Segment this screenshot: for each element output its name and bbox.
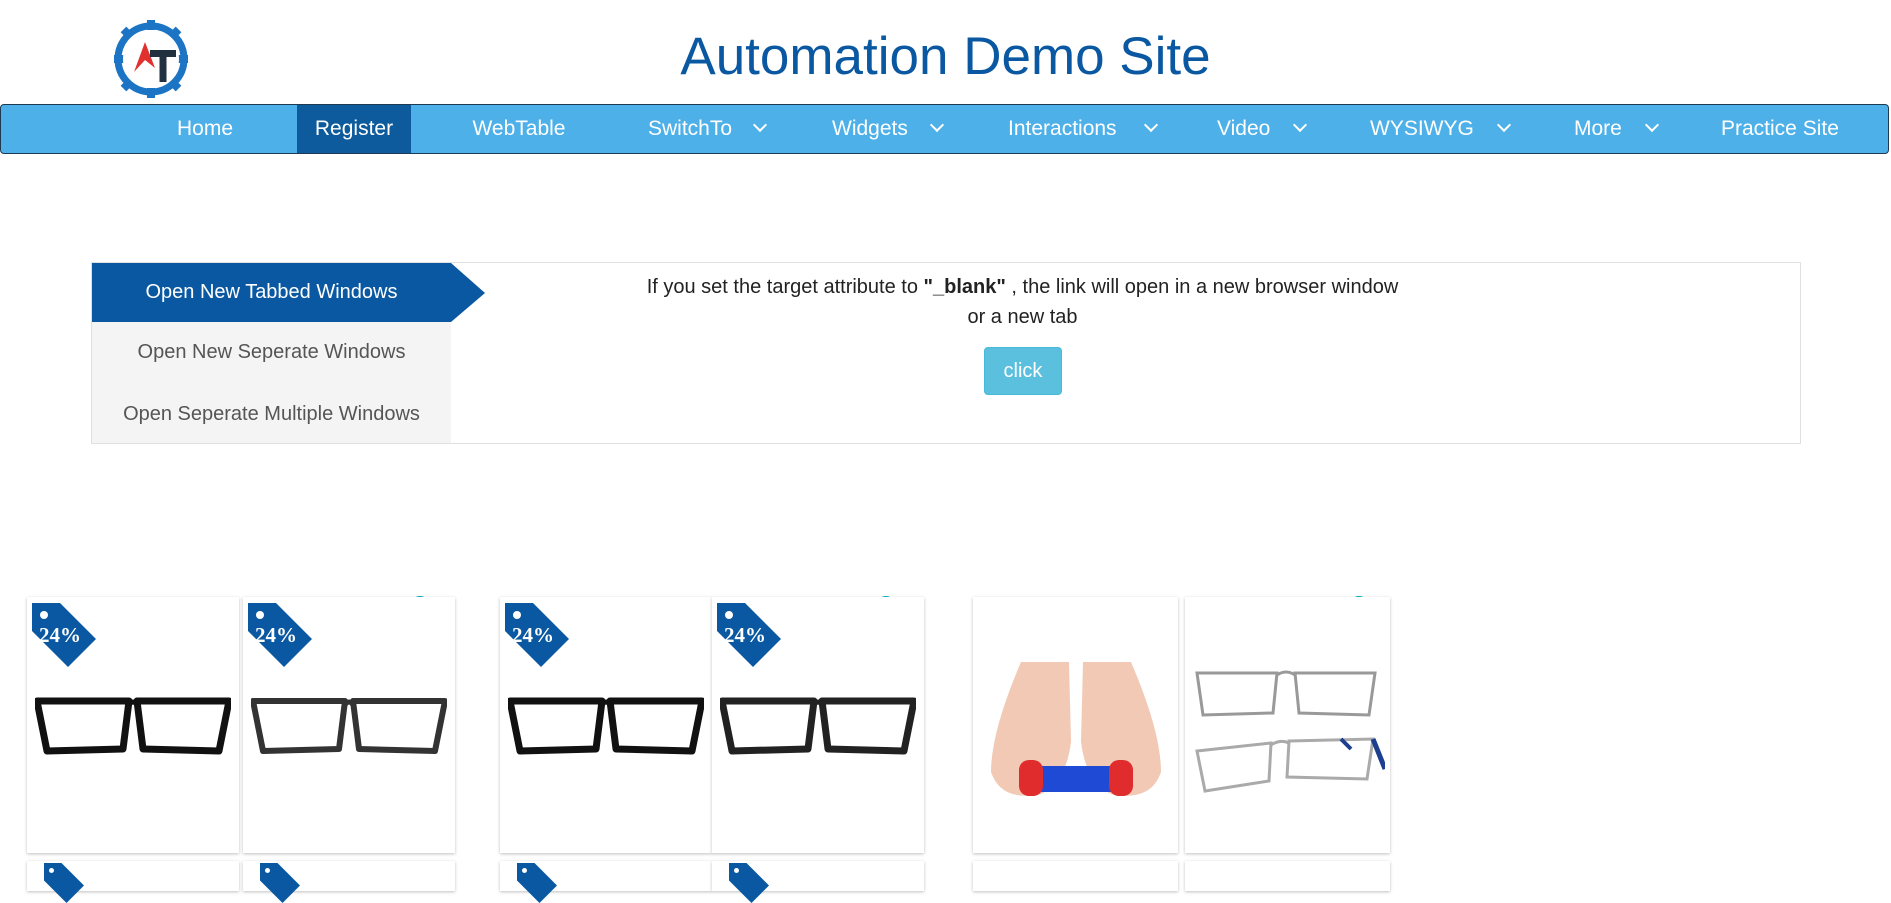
description-text: , the link will open in a new browser wi… <box>1005 276 1399 298</box>
chevron-down-icon <box>752 117 768 133</box>
discount-badge: 24% <box>39 623 81 647</box>
description-text: or a new tab <box>967 306 1078 328</box>
nav-item-practice-site[interactable]: Practice Site <box>1721 105 1846 153</box>
main-navbar: Home Register WebTable SwitchTo Widgets … <box>0 104 1889 154</box>
nav-item-label: Widgets <box>832 117 908 140</box>
discount-badge: 24% <box>255 623 297 647</box>
eyeglasses-image <box>35 697 231 755</box>
nav-item-widgets[interactable]: Widgets <box>832 105 952 153</box>
ad-product-card[interactable]: 24% <box>243 597 455 853</box>
ad-product-card[interactable] <box>243 861 455 903</box>
description-text: If you set the target attribute to <box>646 276 924 298</box>
nav-item-switchto[interactable]: SwitchTo <box>648 105 778 153</box>
eyeglasses-image <box>720 697 916 755</box>
chevron-down-icon <box>1496 117 1512 133</box>
ad-product-card[interactable] <box>1185 597 1390 853</box>
ad-product-card[interactable]: 24% <box>27 597 239 853</box>
nav-item-webtable[interactable]: WebTable <box>467 105 571 153</box>
ad-product-card[interactable] <box>712 861 924 903</box>
chevron-down-icon <box>929 117 945 133</box>
discount-badge: 24% <box>724 623 766 647</box>
tab-label: Open Seperate Multiple Windows <box>123 403 420 425</box>
ad-product-card[interactable]: 24% <box>712 597 924 853</box>
description-target-value: "_blank" <box>923 276 1006 298</box>
discount-tag-icon <box>44 863 84 903</box>
nav-item-label: Interactions <box>1008 117 1117 140</box>
eyeglasses-image <box>508 697 704 755</box>
discount-tag-icon <box>729 863 769 903</box>
chevron-down-icon <box>1644 117 1660 133</box>
nav-item-label: WebTable <box>472 117 566 140</box>
nav-item-wysiwyg[interactable]: WYSIWYG <box>1370 105 1520 153</box>
tab-open-new-tabbed-windows[interactable]: Open New Tabbed Windows <box>92 263 485 322</box>
ad-product-card[interactable]: 24% <box>500 597 712 853</box>
nav-item-label: WYSIWYG <box>1370 117 1474 140</box>
chevron-down-icon <box>1292 117 1308 133</box>
discount-badge: 24% <box>512 623 554 647</box>
tab-label: Open New Seperate Windows <box>137 341 406 363</box>
chevron-down-icon <box>1143 117 1159 133</box>
ad-product-card[interactable] <box>973 861 1178 891</box>
nav-item-home[interactable]: Home <box>160 105 250 153</box>
discount-tag-icon <box>260 863 300 903</box>
nav-item-label: Video <box>1217 117 1271 140</box>
nav-item-interactions[interactable]: Interactions <box>1008 105 1168 153</box>
toe-separator-image <box>991 662 1161 796</box>
ad-product-card[interactable] <box>27 861 239 903</box>
eyeglasses-image <box>1195 670 1385 793</box>
click-button[interactable]: click <box>984 347 1062 395</box>
tab-description: If you set the target attribute to "_bla… <box>600 272 1445 332</box>
ad-product-card[interactable] <box>500 861 712 903</box>
eyeglasses-image <box>251 698 447 754</box>
nav-item-label: Home <box>176 117 234 140</box>
nav-item-register[interactable]: Register <box>297 105 411 153</box>
nav-item-video[interactable]: Video <box>1217 105 1317 153</box>
ad-product-card[interactable] <box>1185 861 1390 891</box>
site-title: Automation Demo Site <box>680 27 1211 86</box>
tab-open-new-seperate-windows[interactable]: Open New Seperate Windows <box>92 322 451 383</box>
tab-open-seperate-multiple-windows[interactable]: Open Seperate Multiple Windows <box>92 383 451 443</box>
nav-item-more[interactable]: More <box>1574 105 1674 153</box>
nav-item-label: More <box>1574 117 1622 140</box>
ad-product-card[interactable] <box>973 597 1178 853</box>
nav-item-label: Register <box>314 117 394 140</box>
tab-label: Open New Tabbed Windows <box>145 281 398 303</box>
discount-tag-icon <box>517 863 557 903</box>
nav-item-label: Practice Site <box>1721 117 1839 140</box>
nav-item-label: SwitchTo <box>648 117 733 140</box>
